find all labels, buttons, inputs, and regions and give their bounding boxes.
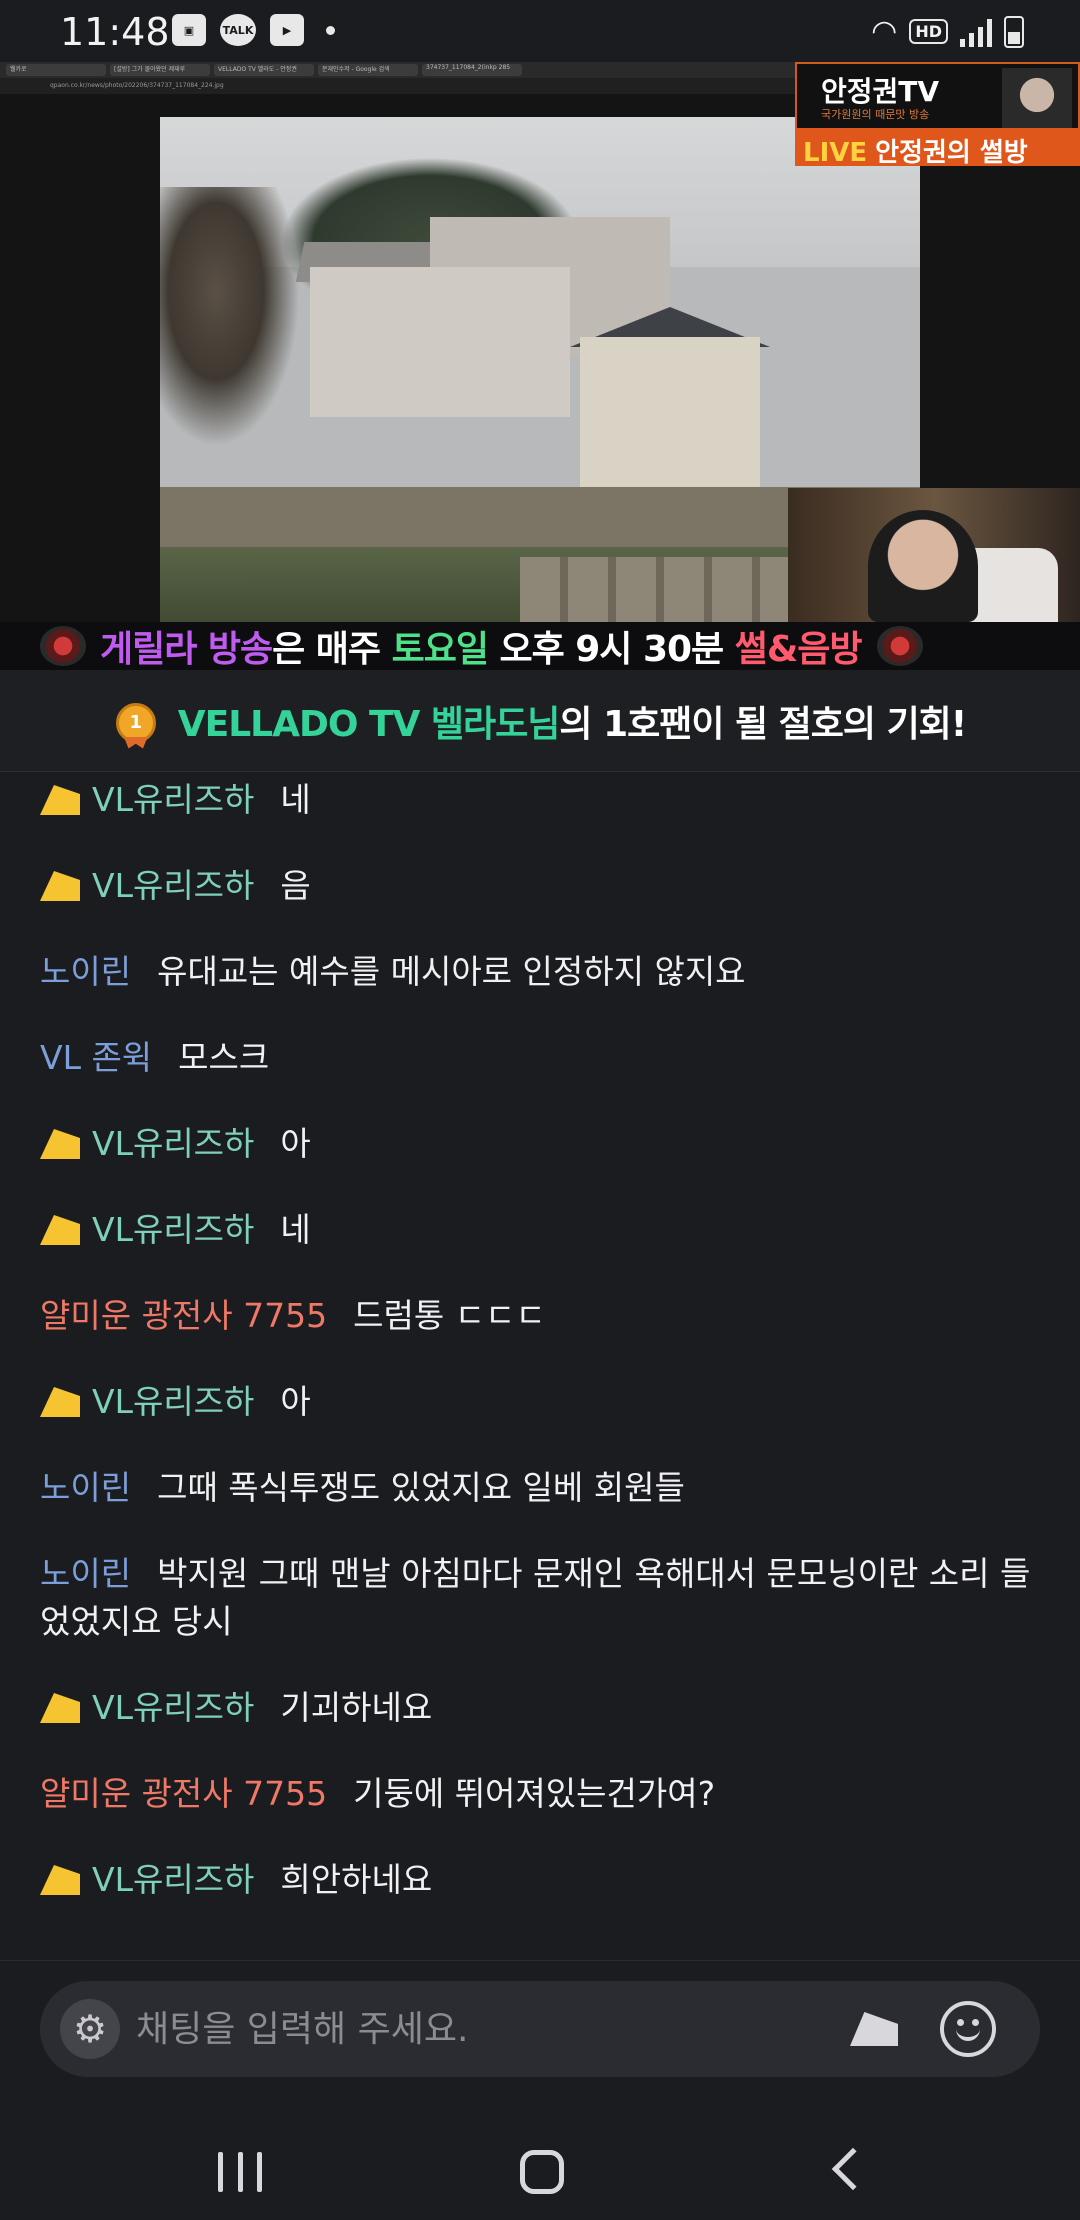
cheese-icon bbox=[40, 871, 80, 901]
chat-text: 박지원 그때 맨날 아침마다 문재인 욕해대서 문모닝이란 소리 들었었지요 당… bbox=[40, 1554, 1031, 1641]
chat-message: VL유리즈하 희안하네요 bbox=[40, 1856, 1040, 1904]
streamer-name: VELLADO TV 벨라도님 bbox=[177, 703, 561, 745]
chat-message: VL유리즈하 아 bbox=[40, 1120, 1040, 1168]
chat-input[interactable] bbox=[136, 1999, 836, 2059]
cheese-icon bbox=[40, 1129, 80, 1159]
chat-message: VL유리즈하 네 bbox=[40, 1206, 1040, 1254]
chat-message: VL유리즈하 네 bbox=[40, 776, 1040, 824]
signal-icon bbox=[960, 17, 992, 47]
chat-nickname[interactable]: VL유리즈하 bbox=[92, 1124, 254, 1163]
chat-text: 아 bbox=[280, 1382, 311, 1421]
gear-icon[interactable]: ⚙ bbox=[60, 1999, 120, 2059]
chat-text: 모스크 bbox=[178, 1038, 270, 1077]
cheese-donation-button[interactable] bbox=[846, 2003, 902, 2055]
chat-nickname[interactable]: VL유리즈하 bbox=[92, 1688, 254, 1727]
chat-nickname[interactable]: 노이린 bbox=[40, 1468, 131, 1507]
emoji-button[interactable] bbox=[940, 2001, 996, 2057]
chat-message: VL유리즈하 음 bbox=[40, 862, 1040, 910]
chat-nickname[interactable]: VL유리즈하 bbox=[92, 780, 254, 819]
ticker-text: 게릴라 방송은 매주 토요일 오후 9시 30분 썰&음방 bbox=[100, 629, 862, 670]
chat-message: 노이린 유대교는 예수를 메시아로 인정하지 않지요 bbox=[40, 948, 1040, 996]
chat-message: VL유리즈하 아 bbox=[40, 1378, 1040, 1426]
live-banner-text: 안정권의 썰방 bbox=[875, 138, 1028, 168]
chat-text: 드럼통 ㄷㄷㄷ bbox=[353, 1296, 546, 1335]
wifi-icon: ◠ bbox=[871, 14, 898, 49]
chat-list[interactable]: VL유리즈하 네 VL유리즈하 음 노이린 유대교는 예수를 메시아로 인정하지 않지… bbox=[0, 776, 1080, 1956]
emblem-icon bbox=[40, 626, 86, 666]
stream-browser-tabs: 웰카로 [설방] 그가 몰아왔던 제재루 VELLADO TV 벨라도 - 안정… bbox=[0, 62, 800, 78]
live-video-player[interactable]: 웰카로 [설방] 그가 몰아왔던 제재루 VELLADO TV 벨라도 - 안정… bbox=[0, 62, 1080, 670]
live-label: LIVE bbox=[803, 138, 868, 168]
chat-text: 네 bbox=[280, 780, 311, 819]
chat-nickname[interactable]: 얄미운 광전사 7755 bbox=[40, 1296, 327, 1335]
battery-charging-icon bbox=[1004, 15, 1024, 48]
stream-browser-tab: 문재인수저 - Google 검색 bbox=[318, 64, 418, 76]
fan-notice-banner[interactable]: 1 VELLADO TV 벨라도님의 1호팬이 될 절호의 기회! bbox=[0, 670, 1080, 772]
chat-text: 음 bbox=[280, 866, 311, 905]
chat-message: VL 존윅 모스크 bbox=[40, 1034, 1040, 1082]
chat-text: 기둥에 뛰어져있는건가여? bbox=[353, 1774, 716, 1813]
system-icons: ◠ HD bbox=[871, 14, 1024, 49]
schedule-ticker: 게릴라 방송은 매주 토요일 오후 9시 30분 썰&음방 bbox=[0, 622, 1080, 670]
streamer-face bbox=[868, 510, 978, 622]
chat-input-area: ⚙ bbox=[0, 1960, 1080, 2120]
stream-browser-tab: 374737_117084_2(inkp 285 bbox=[422, 64, 522, 76]
chat-text: 유대교는 예수를 메시아로 인정하지 않지요 bbox=[157, 952, 746, 991]
chat-text: 그때 폭식투쟁도 있었지요 일베 회원들 bbox=[157, 1468, 685, 1507]
webcam-overlay bbox=[788, 488, 1080, 622]
channel-logo-title: 안정권TV bbox=[821, 75, 940, 108]
cheese-icon bbox=[40, 785, 80, 815]
stream-browser-tab: [설방] 그가 몰아왔던 제재루 bbox=[110, 64, 210, 76]
talk-icon: TALK bbox=[220, 14, 256, 46]
image-icon: ▣ bbox=[172, 14, 206, 46]
chat-text: 기괴하네요 bbox=[280, 1688, 433, 1727]
chat-message: 얄미운 광전사 7755 드럼통 ㄷㄷㄷ bbox=[40, 1292, 1040, 1340]
stream-browser-tab: 웰카로 bbox=[6, 64, 106, 76]
chat-nickname[interactable]: VL유리즈하 bbox=[92, 866, 254, 905]
cheese-icon bbox=[850, 2012, 898, 2046]
chat-message: 노이린 그때 폭식투쟁도 있었지요 일베 회원들 bbox=[40, 1464, 1040, 1512]
cheese-icon bbox=[40, 1387, 80, 1417]
chat-nickname[interactable]: VL유리즈하 bbox=[92, 1860, 254, 1899]
chat-nickname[interactable]: VL유리즈하 bbox=[92, 1382, 254, 1421]
streamer-portrait bbox=[1002, 68, 1072, 128]
notification-icons: ▣ TALK ▶ bbox=[172, 14, 335, 46]
medal-icon: 1 bbox=[114, 695, 158, 749]
recent-apps-button[interactable] bbox=[218, 2152, 262, 2192]
chat-message: 노이린 박지원 그때 맨날 아침마다 문재인 욕해대서 문모닝이란 소리 들었었지… bbox=[40, 1550, 1040, 1646]
status-time: 11:48 bbox=[60, 10, 170, 54]
chat-text: 네 bbox=[280, 1210, 311, 1249]
hd-icon: HD bbox=[909, 19, 948, 44]
live-banner: LIVE 안정권의 썰방 bbox=[795, 128, 1080, 168]
chat-input-bar: ⚙ bbox=[40, 1981, 1040, 2077]
stream-browser-url: qpaon.co.kr/news/photo/202206/374737_117… bbox=[0, 78, 800, 94]
cheese-icon bbox=[40, 1215, 80, 1245]
chat-nickname[interactable]: 노이린 bbox=[40, 952, 131, 991]
status-bar: 11:48 ▣ TALK ▶ ◠ HD bbox=[0, 0, 1080, 62]
chat-message: 얄미운 광전사 7755 기둥에 뛰어져있는건가여? bbox=[40, 1770, 1040, 1818]
back-button[interactable] bbox=[831, 2147, 875, 2191]
home-button[interactable] bbox=[520, 2150, 564, 2194]
emblem-icon bbox=[877, 626, 924, 666]
chat-message: VL유리즈하 기괴하네요 bbox=[40, 1684, 1040, 1732]
chat-nickname[interactable]: 노이린 bbox=[40, 1554, 131, 1593]
fan-notice-text: VELLADO TV 벨라도님의 1호팬이 될 절호의 기회! bbox=[177, 703, 967, 745]
cheese-icon bbox=[40, 1865, 80, 1895]
chat-text: 희안하네요 bbox=[280, 1860, 433, 1899]
cheese-icon bbox=[40, 1693, 80, 1723]
system-nav-bar bbox=[0, 2120, 1080, 2220]
chat-text: 아 bbox=[280, 1124, 311, 1163]
dot-icon bbox=[326, 25, 335, 35]
chat-nickname[interactable]: VL 존윅 bbox=[40, 1038, 152, 1077]
channel-logo-subtitle: 국가원원의 때문맛 방송 bbox=[821, 108, 930, 121]
youtube-icon: ▶ bbox=[270, 14, 304, 46]
chat-nickname[interactable]: VL유리즈하 bbox=[92, 1210, 254, 1249]
stream-browser-tab: VELLADO TV 벨라도 - 안정권 bbox=[214, 64, 314, 76]
chat-nickname[interactable]: 얄미운 광전사 7755 bbox=[40, 1774, 327, 1813]
